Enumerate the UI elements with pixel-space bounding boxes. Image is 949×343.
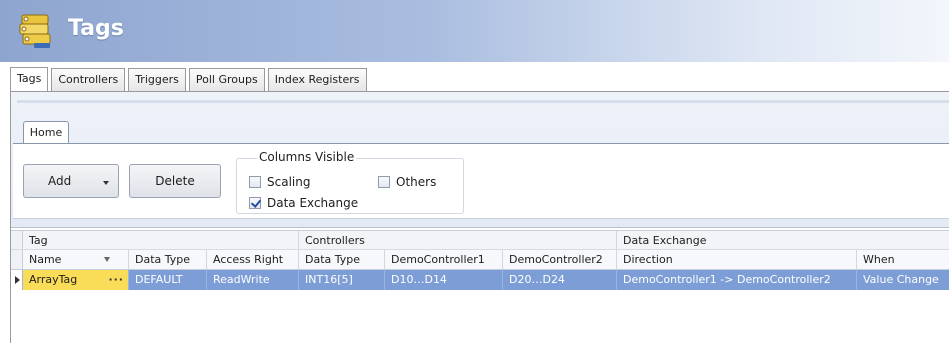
ribbon-tab-home[interactable]: Home bbox=[23, 121, 69, 144]
tab-triggers[interactable]: Triggers bbox=[128, 68, 186, 91]
cell-name-value: ArrayTag bbox=[29, 273, 78, 286]
column-header-data-type[interactable]: Data Type bbox=[129, 250, 207, 269]
cell-democontroller1[interactable]: D10…D14 bbox=[385, 270, 503, 290]
table-row[interactable]: ArrayTag ··· DEFAULT ReadWrite INT16[5] … bbox=[11, 270, 949, 290]
column-header-name-label: Name bbox=[29, 253, 62, 266]
tab-tags[interactable]: Tags bbox=[10, 67, 49, 92]
others-checkbox[interactable] bbox=[378, 176, 390, 188]
data-exchange-label: Data Exchange bbox=[267, 196, 359, 210]
cell-direction[interactable]: DemoController1 -> DemoController2 bbox=[617, 270, 857, 290]
tags-icon bbox=[18, 12, 54, 50]
column-header-controller-data-type[interactable]: Data Type bbox=[299, 250, 385, 269]
column-header-direction[interactable]: Direction bbox=[617, 250, 857, 269]
column-header-democontroller1[interactable]: DemoController1 bbox=[385, 250, 503, 269]
filter-icon[interactable] bbox=[104, 257, 110, 262]
scaling-checkbox-row[interactable]: Scaling bbox=[249, 175, 310, 189]
data-exchange-checkbox[interactable] bbox=[249, 197, 261, 209]
chevron-down-icon[interactable] bbox=[103, 181, 109, 185]
row-selector[interactable] bbox=[11, 270, 23, 290]
ellipsis-button[interactable]: ··· bbox=[108, 270, 124, 289]
group-header-tag: Tag bbox=[23, 231, 299, 249]
column-header-democontroller2[interactable]: DemoController2 bbox=[503, 250, 617, 269]
others-label: Others bbox=[396, 175, 437, 189]
add-button-label: Add bbox=[48, 174, 72, 188]
group-header-data-exchange: Data Exchange bbox=[623, 234, 707, 247]
group-header-controllers: Controllers bbox=[299, 231, 617, 249]
column-header-when[interactable]: When bbox=[857, 250, 949, 269]
column-header-access-right[interactable]: Access Right bbox=[207, 250, 299, 269]
cell-democontroller2[interactable]: D20…D24 bbox=[503, 270, 617, 290]
column-header-row: Name Data Type Access Right Data Type De… bbox=[11, 250, 949, 270]
main-tab-bar: Tags Controllers Triggers Poll Groups In… bbox=[10, 67, 370, 92]
current-row-arrow-icon bbox=[15, 276, 20, 284]
add-button[interactable]: Add bbox=[23, 164, 119, 198]
cell-when[interactable]: Value Change bbox=[857, 270, 949, 290]
delete-button-label: Delete bbox=[155, 174, 195, 188]
column-header-name[interactable]: Name bbox=[23, 250, 129, 269]
data-exchange-checkbox-row[interactable]: Data Exchange bbox=[249, 196, 358, 210]
ribbon: Home Add Delete Columns Visible Scaling … bbox=[11, 92, 949, 228]
cell-controller-data-type[interactable]: INT16[5] bbox=[299, 270, 385, 290]
columns-visible-title: Columns Visible bbox=[257, 150, 357, 164]
tab-poll-groups[interactable]: Poll Groups bbox=[188, 68, 265, 91]
delete-button[interactable]: Delete bbox=[129, 164, 221, 198]
tags-panel: Home Add Delete Columns Visible Scaling … bbox=[10, 92, 949, 343]
tab-controllers[interactable]: Controllers bbox=[51, 68, 126, 91]
row-selector-header bbox=[11, 250, 23, 269]
tab-index-registers[interactable]: Index Registers bbox=[267, 68, 367, 91]
cell-access-right[interactable]: ReadWrite bbox=[207, 270, 299, 290]
cell-name[interactable]: ArrayTag ··· bbox=[23, 270, 129, 290]
cell-data-type[interactable]: DEFAULT bbox=[129, 270, 207, 290]
scaling-checkbox[interactable] bbox=[249, 176, 261, 188]
ribbon-strip bbox=[17, 100, 949, 103]
row-selector-header bbox=[11, 231, 23, 249]
others-checkbox-row[interactable]: Others bbox=[378, 175, 436, 189]
title-banner: Tags bbox=[0, 0, 949, 62]
page-title: Tags bbox=[68, 16, 124, 41]
group-header-row: Tag Controllers Data Exchange bbox=[11, 230, 949, 250]
scaling-label: Scaling bbox=[267, 175, 311, 189]
